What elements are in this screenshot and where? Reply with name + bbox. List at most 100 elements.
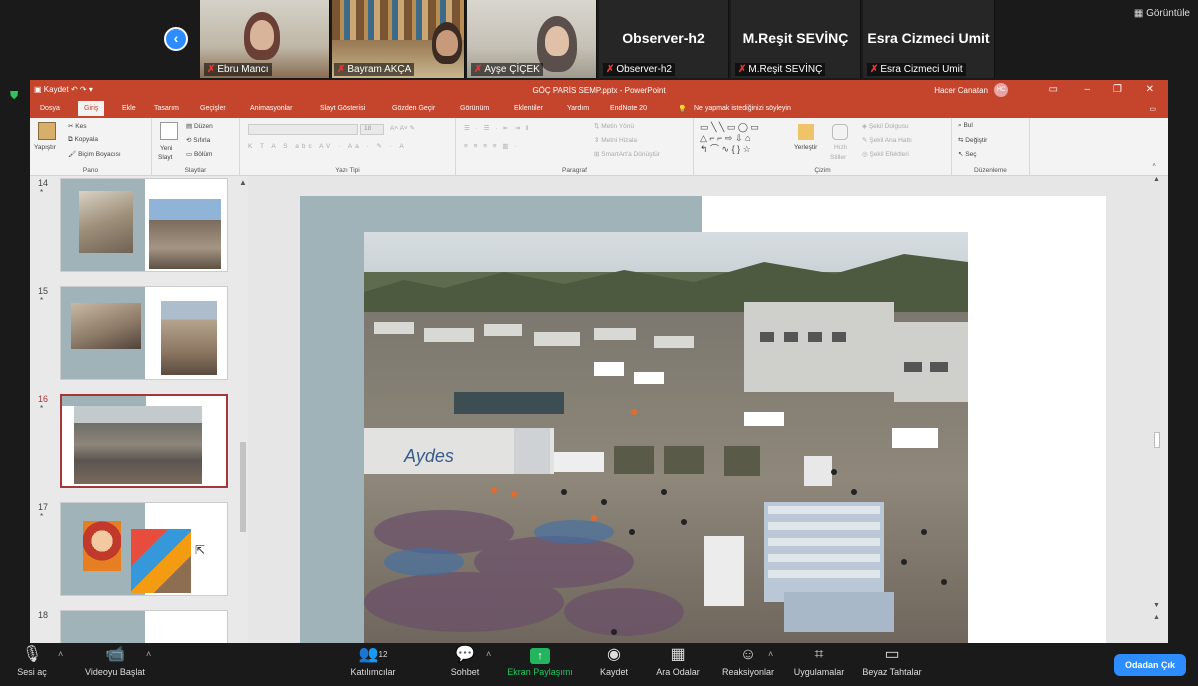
slide-thumbnail-15[interactable] [60, 286, 228, 380]
layout-button[interactable]: Düzen [194, 123, 213, 130]
shape-outline-button[interactable]: Şekil Ana Hattı [869, 137, 912, 144]
minimize-icon[interactable]: – [1084, 84, 1090, 95]
thumbnail-photo [74, 406, 202, 484]
tab-view[interactable]: Görünüm [460, 105, 489, 112]
text-direction-button[interactable]: Metin Yönü [601, 123, 634, 130]
slide-scrollbar[interactable]: ▲ ▼ ▲ [1152, 176, 1162, 643]
scroll-up-icon[interactable]: ▲ [239, 178, 247, 187]
tab-slideshow[interactable]: Slayt Gösterisi [320, 105, 365, 112]
tab-design[interactable]: Tasarım [154, 105, 179, 112]
arrange-button[interactable]: Yerleştir [794, 144, 817, 151]
whiteboards-button[interactable]: ▭ Beyaz Tahtalar [858, 643, 926, 686]
record-button[interactable]: ◉ Kaydet [590, 643, 638, 686]
participants-button[interactable]: 👥12 Katılımcılar [340, 643, 406, 686]
participant-tile[interactable]: M.Reşit SEVİNÇ ✗ M.Reşit SEVİNÇ [731, 0, 861, 78]
slide-thumbnail-16[interactable] [60, 394, 228, 488]
new-slide-button[interactable]: Yeni [160, 145, 172, 152]
group-label: Pano [82, 167, 99, 174]
tab-file[interactable]: Dosya [40, 105, 60, 112]
select-button[interactable]: Seç [965, 151, 976, 158]
font-format-icons[interactable]: K T A S abc AV · Aa · ✎ · A [248, 142, 407, 150]
close-icon[interactable]: ✕ [1146, 84, 1154, 95]
previous-slide-icon[interactable]: ▲ [1153, 614, 1160, 621]
font-grow-shrink-icons[interactable]: A˄ A˅ ✎ [390, 124, 415, 132]
zoom-meeting-window: ‹ ✗ Ebru Mancı ✗ Bayram AKÇA ✗ Ayşe ÇİÇEK O… [0, 0, 1198, 686]
restore-icon[interactable]: ❐ [1113, 84, 1122, 95]
arrange-icon[interactable] [798, 124, 814, 140]
audio-options-chevron-icon[interactable]: ˄ [58, 649, 63, 659]
thumbnail-photo [79, 191, 133, 253]
scrollbar-thumb[interactable] [240, 442, 246, 532]
tell-me-search[interactable]: Ne yapmak istediğinizi söyleyin [694, 105, 791, 112]
reactions-options-chevron-icon[interactable]: ˄ [768, 649, 773, 659]
new-slide-label[interactable]: Slayt [158, 154, 172, 161]
scrollbar-thumb[interactable] [1154, 432, 1160, 448]
font-name-input[interactable] [248, 124, 358, 135]
quick-styles-button[interactable]: Hızlı [834, 144, 847, 151]
tab-animations[interactable]: Animasyonlar [250, 105, 292, 112]
participant-tile[interactable]: ✗ Ebru Mancı [200, 0, 330, 78]
thumbnails-scrollbar[interactable]: ▲ [238, 178, 248, 643]
shapes-gallery[interactable]: ▭ ╲ ╲ ▭ ◯ ▭ △ ⌐ ⌐ ⇨ ⇩ ⌂ ↰ ⌒ ∿ { } ☆ [700, 122, 792, 156]
format-painter-button[interactable]: Biçim Boyacısı [78, 151, 121, 158]
tab-insert[interactable]: Ekle [122, 105, 136, 112]
participant-tile[interactable]: ✗ Ayşe ÇİÇEK [467, 0, 597, 78]
breakout-rooms-button[interactable]: ▦ Ara Odalar [652, 643, 704, 686]
tab-endnote[interactable]: EndNote 20 [610, 105, 647, 112]
align-text-button[interactable]: Metni Hizala [601, 137, 637, 144]
tab-help[interactable]: Yardım [567, 105, 589, 112]
scroll-up-icon[interactable]: ▲ [1153, 176, 1160, 183]
ribbon-display-options-icon[interactable]: ▭ [1049, 84, 1058, 95]
section-button[interactable]: Bölüm [194, 151, 212, 158]
record-icon: ◉ [607, 646, 621, 663]
slide-thumbnail-14[interactable] [60, 178, 228, 272]
unmute-button[interactable]: 🎙 Sesi aç [6, 643, 58, 686]
current-slide[interactable]: Aydes [300, 196, 1106, 643]
breakout-rooms-label: Ara Odalar [656, 667, 700, 677]
shape-effects-button[interactable]: Şekil Efektleri [869, 151, 908, 158]
new-slide-icon[interactable] [160, 122, 178, 140]
quick-styles-label[interactable]: Stiller [830, 154, 846, 161]
thumbnail-photo [149, 199, 221, 269]
scroll-down-icon[interactable]: ▼ [1153, 602, 1160, 609]
font-size-input[interactable]: 18 [360, 124, 384, 135]
smartart-button[interactable]: SmartArt'a Dönüştür [601, 151, 660, 158]
list-icons[interactable]: ☰ · ☰ · ⇤ ⇥ ‖ [464, 124, 530, 132]
participant-tile[interactable]: Esra Cizmeci Umit ✗ Esra Cizmeci Umit [863, 0, 995, 78]
reset-button[interactable]: Sıfırla [193, 137, 210, 144]
slide-thumbnail-18[interactable] [60, 610, 228, 643]
align-icons[interactable]: ≡ ≡ ≡ ≡ ▥ · [464, 142, 519, 150]
tab-review[interactable]: Gözden Geçir [392, 105, 435, 112]
chat-button[interactable]: 💬 Sohbet [440, 643, 490, 686]
user-name[interactable]: Hacer Canatan [934, 86, 988, 95]
paste-icon[interactable] [38, 122, 56, 140]
share-screen-button[interactable]: ↑ Ekran Paylaşımı [502, 643, 578, 686]
user-avatar[interactable]: HC [994, 83, 1008, 97]
video-options-chevron-icon[interactable]: ˄ [146, 649, 151, 659]
microphone-muted-icon: 🎙 [21, 646, 43, 663]
replace-button[interactable]: Değiştir [965, 137, 987, 144]
view-button[interactable]: ▦ Görüntüle [1134, 8, 1190, 19]
tab-transitions[interactable]: Geçişler [200, 105, 226, 112]
collapse-ribbon-icon[interactable]: ˄ [1152, 162, 1156, 169]
participant-tile[interactable]: Observer-h2 ✗ Observer-h2 [599, 0, 729, 78]
slide-thumbnail-17[interactable]: ⇱ [60, 502, 228, 596]
previous-page-button[interactable]: ‹ [164, 27, 188, 51]
quick-styles-icon[interactable] [832, 124, 848, 140]
tab-addins[interactable]: Eklentiler [514, 105, 543, 112]
slide-photo[interactable]: Aydes [364, 232, 968, 643]
animation-indicator: * [40, 188, 44, 197]
tab-home[interactable]: Giriş [78, 101, 105, 116]
chat-options-chevron-icon[interactable]: ˄ [486, 649, 491, 659]
copy-button[interactable]: Kopyala [74, 136, 98, 143]
comments-icon[interactable]: ▭ [1149, 105, 1156, 113]
find-button[interactable]: Bul [963, 122, 972, 129]
cut-button[interactable]: Kes [75, 123, 86, 130]
participant-tile[interactable]: ✗ Bayram AKÇA [332, 0, 465, 78]
leave-meeting-button[interactable]: Odadan Çık [1114, 654, 1186, 676]
participant-name: Bayram AKÇA [347, 64, 412, 75]
paste-button[interactable]: Yapıştır [34, 144, 56, 151]
apps-button[interactable]: ⌗ Uygulamalar [786, 643, 852, 686]
start-video-button[interactable]: 📹 Videoyu Başlat [78, 643, 152, 686]
shape-fill-button[interactable]: Şekil Dolgusu [869, 123, 909, 130]
